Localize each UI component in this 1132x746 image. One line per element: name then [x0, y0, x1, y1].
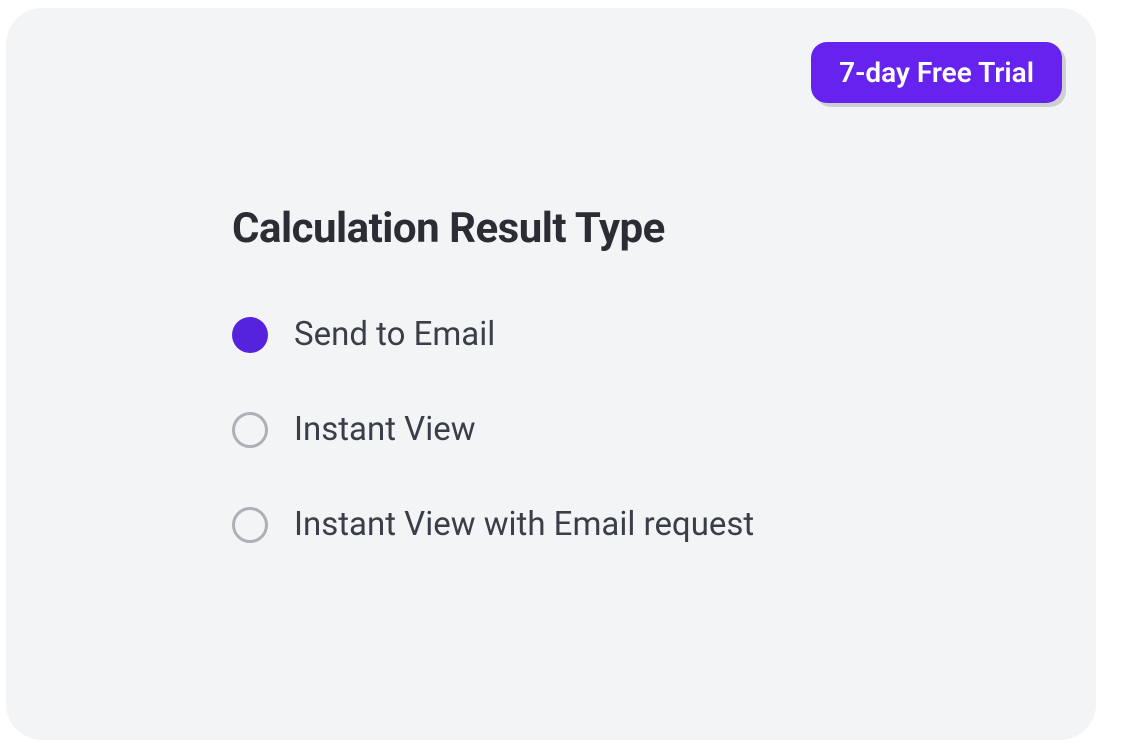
radio-option-send-to-email[interactable]: Send to Email	[232, 315, 754, 354]
radio-group: Send to Email Instant View Instant View …	[232, 315, 754, 544]
radio-unselected-icon	[232, 507, 268, 543]
settings-card: 7-day Free Trial Calculation Result Type…	[6, 8, 1096, 740]
radio-label: Instant View	[294, 410, 476, 449]
radio-label: Instant View with Email request	[294, 505, 754, 544]
trial-badge-label: 7-day Free Trial	[839, 56, 1034, 89]
section-heading: Calculation Result Type	[232, 204, 754, 253]
radio-label: Send to Email	[294, 315, 495, 354]
radio-selected-icon	[232, 317, 268, 353]
radio-option-instant-view[interactable]: Instant View	[232, 410, 754, 449]
radio-unselected-icon	[232, 412, 268, 448]
radio-option-instant-view-email[interactable]: Instant View with Email request	[232, 505, 754, 544]
trial-badge-button[interactable]: 7-day Free Trial	[811, 42, 1062, 103]
content-area: Calculation Result Type Send to Email In…	[232, 204, 754, 544]
